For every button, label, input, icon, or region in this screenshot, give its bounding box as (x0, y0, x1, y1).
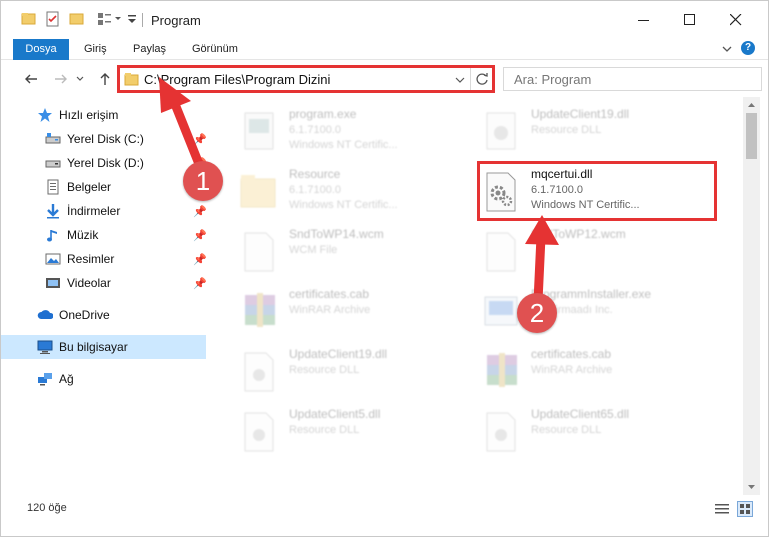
explorer-window: Program Dosya Giriş Paylaş Görünüm ? C:\… (0, 0, 769, 537)
arrow-1 (159, 77, 206, 174)
arrow-2 (525, 215, 559, 306)
annotation-badge-1: 1 (183, 161, 223, 201)
annotation-badge-2: 2 (517, 293, 557, 333)
annotation-arrows (159, 77, 559, 306)
